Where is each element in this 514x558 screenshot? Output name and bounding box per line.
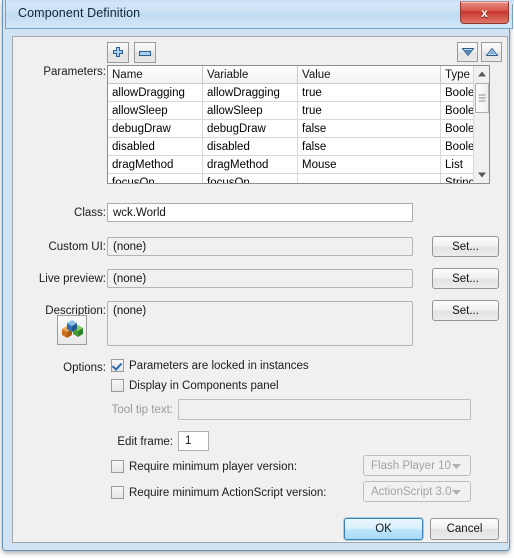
custom-ui-set-button[interactable]: Set... [432,236,499,257]
cell-variable[interactable]: allowDragging [202,83,298,102]
table-row[interactable]: allowDragging allowDragging true Boolean [108,83,489,102]
triangle-down-icon [461,48,474,57]
checkbox-parameters-locked[interactable]: Parameters are locked in instances [111,359,309,372]
cell-variable[interactable]: dragMethod [202,155,298,174]
checkbox-parameters-locked-label: Parameters are locked in instances [129,359,309,372]
cell-name[interactable]: focusOn [108,173,203,183]
close-icon: x [481,5,488,20]
cell-name[interactable]: dragMethod [108,155,203,174]
chevron-down-icon [452,486,461,498]
table-row[interactable]: debugDraw debugDraw false Boolean [108,119,489,138]
chevron-down-icon [452,460,461,472]
cell-value[interactable]: false [297,119,441,138]
description-value[interactable]: (none) [107,301,413,346]
screenshot-root: Component Definition x Parameters: Name … [0,0,514,558]
class-input[interactable]: wck.World [107,203,413,222]
checkbox-display-in-components-panel[interactable]: Display in Components panel [111,379,279,392]
live-preview-value[interactable]: (none) [107,269,413,288]
live-preview-label: Live preview: [38,273,106,285]
actionscript-version-value: ActionScript 3.0 [371,485,452,498]
minus-icon [139,48,152,57]
cell-value[interactable]: true [297,83,441,102]
component-cubes-icon [62,320,83,338]
custom-ui-label: Custom UI: [48,241,106,253]
move-down-button[interactable] [457,42,478,62]
checkbox-icon-checked [111,359,124,372]
close-button[interactable]: x [460,1,509,24]
table-row[interactable]: allowSleep allowSleep true Boolean [108,101,489,120]
parameters-scrollbar[interactable] [473,66,489,183]
tooltip-text-input [178,399,471,420]
table-body: allowDragging allowDragging true Boolean all… [108,83,489,183]
player-version-select: Flash Player 10 [363,455,471,476]
column-header-value[interactable]: Value [297,66,441,84]
cell-name[interactable]: disabled [108,137,203,156]
cell-name[interactable]: debugDraw [108,119,203,138]
custom-ui-value[interactable]: (none) [107,237,413,256]
parameters-table[interactable]: Name Variable Value Type allowDragging al… [107,65,490,184]
checkbox-icon-unchecked [111,379,124,392]
live-preview-set-button[interactable]: Set... [432,268,499,289]
scrollbar-thumb[interactable] [475,83,489,113]
scroll-down-icon [478,172,486,178]
scroll-up-icon [478,71,486,77]
scrollbar-grip-icon [478,93,486,104]
edit-frame-label: Edit frame: [117,436,173,448]
description-set-button[interactable]: Set... [432,300,499,321]
actionscript-version-select: ActionScript 3.0 [363,481,471,502]
parameters-grid: Name Variable Value Type allowDragging al… [108,66,489,183]
tooltip-text-label: Tool tip text: [111,404,173,416]
add-parameter-button[interactable] [107,42,129,63]
cell-variable[interactable]: debugDraw [202,119,298,138]
parameters-label: Parameters: [43,66,106,78]
player-version-value: Flash Player 10 [371,459,451,472]
checkbox-require-player-version-label: Require minimum player version: [129,460,298,473]
remove-parameter-button[interactable] [134,42,156,63]
ok-button[interactable]: OK [344,518,423,540]
class-label: Class: [74,207,106,219]
cell-variable[interactable]: disabled [202,137,298,156]
cell-name[interactable]: allowSleep [108,101,203,120]
table-header: Name Variable Value Type [108,66,489,84]
column-header-variable[interactable]: Variable [202,66,298,84]
cell-value[interactable]: false [297,137,441,156]
cell-value[interactable] [297,173,441,183]
cell-variable[interactable]: focusOn [202,173,298,183]
component-definition-dialog: Component Definition x Parameters: Name … [2,0,514,551]
cancel-button[interactable]: Cancel [430,518,499,540]
scroll-up-button[interactable] [474,66,489,82]
header-row: Name Variable Value Type [108,66,489,84]
table-row[interactable]: disabled disabled false Boolean [108,137,489,156]
dialog-client-area: Parameters: Name Variable Value Type all… [12,36,508,543]
cell-value[interactable]: Mouse [297,155,441,174]
cell-value[interactable]: true [297,101,441,120]
title-bar-highlight [8,0,514,4]
checkbox-display-in-components-panel-label: Display in Components panel [129,379,279,392]
triangle-up-icon [485,47,498,56]
options-label: Options: [63,362,106,374]
checkbox-require-actionscript-version[interactable]: Require minimum ActionScript version: [111,486,327,499]
edit-frame-input[interactable]: 1 [178,431,209,451]
cell-name[interactable]: allowDragging [108,83,203,102]
checkbox-require-player-version[interactable]: Require minimum player version: [111,460,297,473]
table-row[interactable]: dragMethod dragMethod Mouse List [108,155,489,174]
component-icon-button[interactable] [57,315,87,345]
window-title: Component Definition [18,6,141,20]
column-header-name[interactable]: Name [108,66,203,84]
table-row[interactable]: focusOn focusOn String [108,173,489,183]
plus-icon [112,46,125,59]
checkbox-icon-unchecked [111,486,124,499]
cell-variable[interactable]: allowSleep [202,101,298,120]
checkbox-require-actionscript-version-label: Require minimum ActionScript version: [129,486,327,499]
checkbox-icon-unchecked [111,460,124,473]
move-up-button[interactable] [481,42,502,62]
title-bar[interactable]: Component Definition x [5,0,514,29]
scroll-down-button[interactable] [474,167,489,183]
